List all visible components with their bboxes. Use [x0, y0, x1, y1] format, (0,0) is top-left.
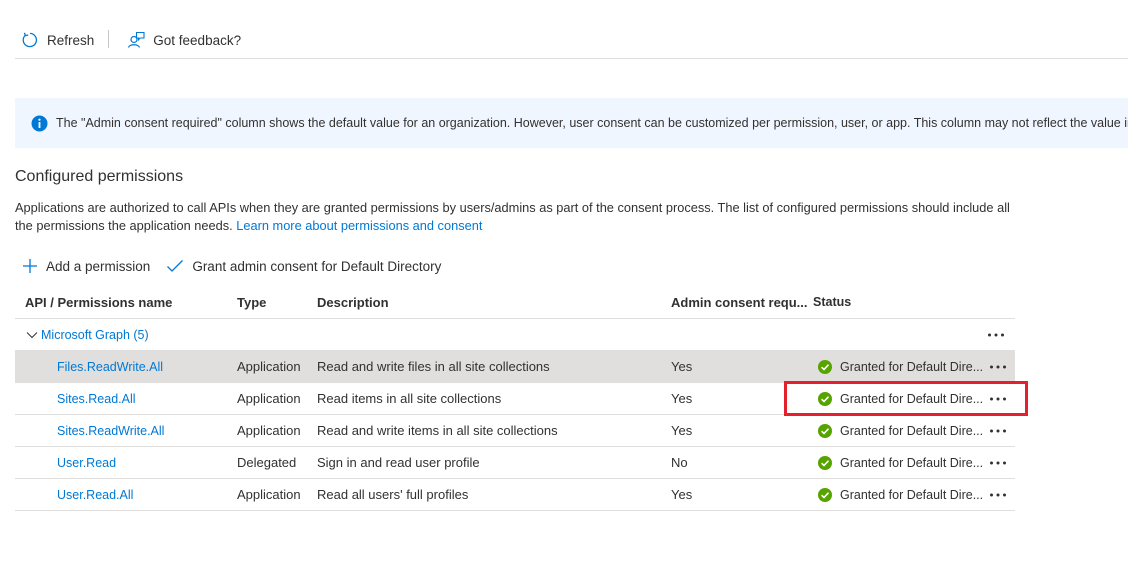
group-more-button[interactable] — [985, 328, 1007, 342]
row-more-button[interactable] — [987, 424, 1009, 438]
table-row[interactable]: User.Read Delegated Sign in and read use… — [15, 447, 1015, 479]
permission-description-cell: Read and write files in all site collect… — [317, 359, 550, 374]
section-title: Configured permissions — [15, 168, 184, 185]
more-icon — [990, 429, 1006, 432]
column-header-type[interactable]: Type — [237, 295, 317, 310]
row-actions-cell — [983, 360, 1013, 374]
permission-type-cell: Application — [237, 423, 301, 438]
refresh-button[interactable]: Refresh — [15, 26, 108, 54]
learn-more-link[interactable]: Learn more about permissions and consent — [236, 218, 482, 233]
status-text: Granted for Default Dire... — [840, 487, 983, 502]
check-circle-icon — [818, 423, 832, 438]
more-icon — [990, 365, 1006, 368]
status-text: Granted for Default Dire... — [840, 455, 983, 470]
table-header: API / Permissions name Type Description … — [15, 286, 1015, 319]
table-row[interactable]: Sites.Read.All Application Read items in… — [15, 383, 1015, 415]
check-circle-icon — [818, 455, 832, 470]
add-permission-button[interactable]: Add a permission — [22, 258, 150, 274]
toolbar-separator — [108, 30, 110, 48]
permission-type-cell: Application — [237, 359, 301, 374]
permission-name-link[interactable]: Sites.ReadWrite.All — [57, 424, 164, 438]
permission-name-link[interactable]: User.Read.All — [57, 488, 133, 502]
permission-actions: Add a permission Grant admin consent for… — [22, 255, 457, 277]
status-cell: Granted for Default Dire... — [813, 359, 983, 374]
row-more-button[interactable] — [987, 488, 1009, 502]
group-label: Microsoft Graph (5) — [41, 327, 149, 342]
add-permission-label: Add a permission — [46, 258, 151, 274]
plus-icon — [23, 259, 37, 273]
permission-name-link[interactable]: Files.ReadWrite.All — [57, 360, 163, 374]
feedback-label: Got feedback? — [153, 32, 242, 48]
status-text: Granted for Default Dire... — [840, 359, 983, 374]
admin-consent-cell: No — [671, 455, 688, 470]
command-bar: Refresh Got feedback? — [15, 26, 1128, 59]
api-permissions-page: Refresh Got feedback? The "Admin consent… — [0, 0, 1128, 564]
table-row[interactable]: Sites.ReadWrite.All Application Read and… — [15, 415, 1015, 447]
permission-name-cell: User.Read.All — [15, 487, 237, 502]
section-description: Applications are authorized to call APIs… — [15, 199, 1015, 234]
more-icon — [990, 397, 1006, 400]
admin-consent-cell: Yes — [671, 423, 693, 438]
row-actions-cell — [983, 488, 1013, 502]
permission-name-link[interactable]: Sites.Read.All — [57, 392, 136, 406]
permission-description-cell: Read items in all site collections — [317, 391, 502, 406]
grant-admin-consent-label: Grant admin consent for Default Director… — [192, 258, 442, 274]
row-more-button[interactable] — [987, 360, 1009, 374]
permissions-table: API / Permissions name Type Description … — [15, 286, 1015, 511]
row-actions-cell — [983, 456, 1013, 470]
row-more-button[interactable] — [987, 456, 1009, 470]
check-circle-icon — [818, 487, 832, 502]
more-icon — [990, 461, 1006, 464]
admin-consent-cell: Yes — [671, 359, 693, 374]
permission-name-cell: Sites.ReadWrite.All — [15, 423, 237, 438]
checkmark-icon — [167, 260, 184, 272]
column-header-name[interactable]: API / Permissions name — [15, 295, 237, 310]
permission-description-cell: Read all users' full profiles — [317, 487, 469, 502]
feedback-button[interactable]: Got feedback? — [121, 26, 255, 54]
status-cell: Granted for Default Dire... — [813, 455, 983, 470]
permission-name-cell: Sites.Read.All — [15, 391, 237, 406]
refresh-label: Refresh — [47, 32, 95, 48]
grant-admin-consent-button[interactable]: Grant admin consent for Default Director… — [166, 258, 441, 274]
group-row-microsoft-graph: Microsoft Graph (5) — [15, 319, 1015, 351]
banner-text: The "Admin consent required" column show… — [56, 116, 1128, 130]
permission-description-cell: Read and write items in all site collect… — [317, 423, 558, 438]
permission-type-cell: Application — [237, 391, 301, 406]
check-circle-icon — [818, 391, 832, 406]
status-cell: Granted for Default Dire... — [813, 391, 983, 406]
info-icon — [31, 115, 48, 131]
permission-name-cell: Files.ReadWrite.All — [15, 359, 237, 374]
info-banner: The "Admin consent required" column show… — [15, 98, 1128, 148]
group-cell: Microsoft Graph (5) — [15, 328, 237, 342]
status-cell: Granted for Default Dire... — [813, 423, 983, 438]
admin-consent-cell: Yes — [671, 487, 693, 502]
more-icon — [988, 333, 1004, 337]
status-text: Granted for Default Dire... — [840, 391, 983, 406]
more-icon — [990, 493, 1006, 496]
refresh-icon — [21, 31, 39, 49]
permission-name-link[interactable]: User.Read — [57, 456, 116, 470]
status-cell: Granted for Default Dire... — [813, 487, 983, 502]
permission-type-cell: Delegated — [237, 455, 297, 470]
permission-name-cell: User.Read — [15, 455, 237, 470]
row-more-button[interactable] — [987, 392, 1009, 406]
column-header-description[interactable]: Description — [317, 295, 671, 310]
column-header-status[interactable]: Status — [813, 295, 983, 309]
chevron-down-icon — [26, 331, 38, 338]
feedback-icon — [127, 31, 145, 49]
table-row[interactable]: User.Read.All Application Read all users… — [15, 479, 1015, 511]
status-text: Granted for Default Dire... — [840, 423, 983, 438]
section-description-text: Applications are authorized to call APIs… — [15, 200, 1010, 233]
row-actions-cell — [983, 424, 1013, 438]
admin-consent-cell: Yes — [671, 391, 693, 406]
permission-type-cell: Application — [237, 487, 301, 502]
table-row[interactable]: Files.ReadWrite.All Application Read and… — [15, 351, 1015, 383]
column-header-admin-consent[interactable]: Admin consent requ... — [671, 295, 813, 310]
permission-description-cell: Sign in and read user profile — [317, 455, 480, 470]
row-actions-cell — [983, 392, 1013, 406]
group-toggle-microsoft-graph[interactable]: Microsoft Graph (5) — [25, 328, 237, 342]
check-circle-icon — [818, 359, 832, 374]
